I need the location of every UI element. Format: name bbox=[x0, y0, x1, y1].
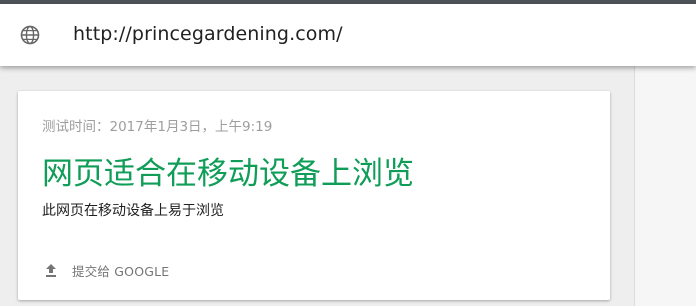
submit-to-google-button[interactable]: 提交给 GOOGLE bbox=[42, 259, 169, 281]
submit-label: 提交给 GOOGLE bbox=[72, 263, 170, 279]
upload-icon bbox=[42, 261, 60, 279]
test-time-label: 测试时间：2017年1月3日，上午9:19 bbox=[42, 119, 273, 135]
address-bar: http://princegardening.com/ bbox=[0, 4, 696, 66]
verdict-title: 网页适合在移动设备上浏览 bbox=[42, 156, 414, 192]
result-card: 测试时间：2017年1月3日，上午9:19 网页适合在移动设备上浏览 此网页在移… bbox=[18, 91, 610, 300]
side-panel bbox=[634, 66, 696, 306]
verdict-description: 此网页在移动设备上易于浏览 bbox=[42, 203, 224, 219]
globe-icon bbox=[20, 25, 40, 45]
url-text[interactable]: http://princegardening.com/ bbox=[73, 23, 343, 45]
